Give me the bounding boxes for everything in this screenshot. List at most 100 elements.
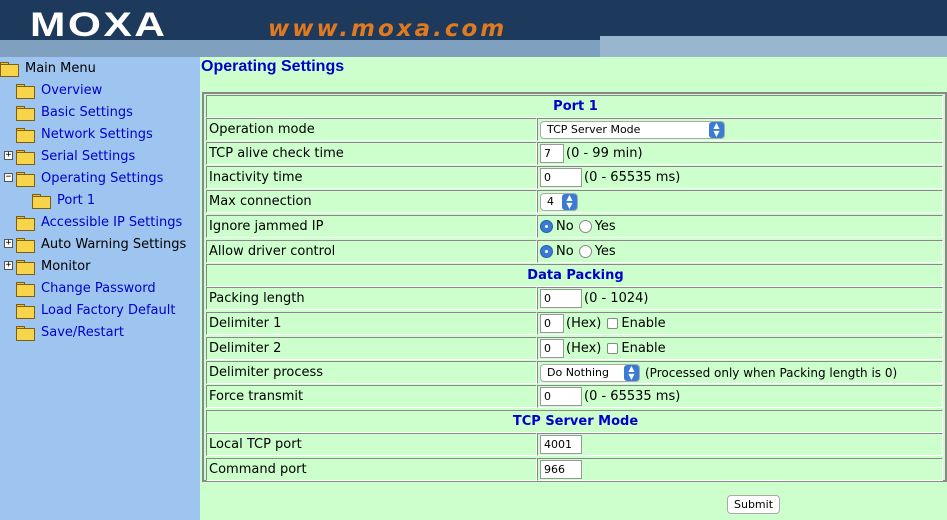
operation-mode-value: TCP Server Mode [547,123,641,136]
submit-button[interactable]: Submit [727,495,780,514]
allow-driver-yes-radio[interactable] [578,245,592,258]
sidebar-item-label: Basic Settings [41,104,133,120]
field-label: TCP alive check time [206,142,537,165]
chevron-updown-icon: ▲ ▼ [709,121,724,138]
sidebar-item[interactable]: Overview [16,79,102,101]
sidebar-item[interactable]: Load Factory Default [16,299,175,321]
section-header-tcp: TCP Server Mode [206,410,943,433]
settings-table: Port 1 Operation mode TCP Server Mode ▲ ▼ … [202,92,947,482]
chevron-updown-icon: ▲ ▼ [624,364,639,381]
force-transmit-hint: (0 - 65535 ms) [584,389,681,404]
folder-icon [16,325,35,341]
field-label: Local TCP port [206,433,537,456]
field-label: Force transmit [206,385,537,408]
inactivity-hint: (0 - 65535 ms) [584,170,681,185]
folder-icon [16,237,35,253]
packing-length-input[interactable]: 0 [540,289,582,308]
ignore-jammed-yes-radio[interactable] [578,220,592,233]
delimiter-process-select[interactable]: Do Nothing ▲ ▼ [540,363,640,382]
enable-label: Enable [621,341,666,356]
delimiter1-input[interactable]: 0 [540,314,564,333]
sidebar-item[interactable]: Network Settings [16,123,153,145]
sidebar-item-label: Serial Settings [41,148,136,164]
sidebar-item[interactable]: Main Menu [0,57,96,79]
sidebar-item[interactable]: Accessible IP Settings [16,211,182,233]
sidebar-item[interactable]: + Serial Settings [4,145,136,167]
command-port-input[interactable]: 966 [540,460,582,479]
expand-icon[interactable]: + [4,151,13,160]
hex-label: (Hex) [566,341,602,356]
delimiter1-enable-checkbox[interactable] [607,318,619,329]
field-value: 966 [537,458,943,481]
field-value: 0 (0 - 65535 ms) [537,166,943,189]
main-content: Operating Settings Port 1 Operation mode… [200,57,947,520]
local-tcp-port-input[interactable]: 4001 [540,435,582,454]
sidebar-item-label: Auto Warning Settings [41,236,187,252]
folder-icon [16,281,35,297]
field-label: Inactivity time [206,166,537,189]
sidebar-item-label: Operating Settings [41,170,164,186]
field-value: TCP Server Mode ▲ ▼ [537,118,943,141]
folder-icon [16,259,35,275]
sidebar-item[interactable]: − Operating Settings [4,167,164,189]
tcp-alive-input[interactable]: 7 [540,144,564,163]
enable-label: Enable [621,316,666,331]
sidebar-item-label: Save/Restart [41,324,125,340]
max-connection-select[interactable]: 4 ▲ ▼ [540,192,578,211]
folder-icon [16,215,35,231]
field-value: No Yes [537,240,943,263]
folder-icon [16,149,35,165]
delimiter-process-hint: (Processed only when Packing length is 0… [645,365,898,380]
sidebar-item[interactable]: Basic Settings [16,101,133,123]
sidebar-tree: Main Menu Overview Basic Settings Network S… [0,57,200,520]
field-value: 4 ▲ ▼ [537,190,943,213]
folder-icon [16,127,35,143]
sidebar-item-label: Main Menu [25,60,96,76]
field-value: 4001 [537,433,943,456]
expand-icon[interactable]: + [4,261,13,270]
field-label: Max connection [206,190,537,213]
header-banner: MOXA www.moxa.com [0,0,947,57]
collapse-icon[interactable]: − [4,173,13,182]
delimiter2-input[interactable]: 0 [540,339,564,358]
tcp-alive-hint: (0 - 99 min) [566,146,643,161]
field-value: 0 (0 - 65535 ms) [537,385,943,408]
sidebar-item[interactable]: Change Password [16,277,156,299]
field-value: Do Nothing ▲ ▼ (Processed only when Packing… [537,361,943,384]
sidebar-item[interactable]: + Auto Warning Settings [4,233,187,255]
sidebar-item-label: Port 1 [57,192,96,208]
ignore-jammed-no-radio[interactable] [540,220,553,233]
folder-icon [32,193,51,209]
radio-label: Yes [594,219,616,234]
folder-icon [16,303,35,319]
folder-icon [16,83,35,99]
hex-label: (Hex) [566,316,602,331]
site-url: www.moxa.com [268,16,508,42]
chevron-updown-icon: ▲ ▼ [562,193,577,210]
radio-label: Yes [594,244,616,259]
field-value: No Yes [537,215,943,238]
header-band-accent [600,36,947,57]
field-label: Delimiter 1 [206,312,537,335]
folder-icon [16,171,35,187]
radio-label: No [556,219,574,234]
sidebar-item-label: Accessible IP Settings [41,214,183,230]
field-value: 0 (0 - 1024) [537,287,943,310]
field-value: 0 (Hex) Enable [537,337,943,360]
field-label: Allow driver control [206,240,537,263]
field-label: Operation mode [206,118,537,141]
inactivity-input[interactable]: 0 [540,168,582,187]
expand-icon[interactable]: + [4,239,13,248]
allow-driver-no-radio[interactable] [540,245,553,258]
sidebar-item[interactable]: Save/Restart [16,321,124,343]
sidebar-item[interactable]: Port 1 [32,189,95,211]
sidebar-item-label: Network Settings [41,126,153,142]
sidebar-item[interactable]: + Monitor [4,255,90,277]
radio-label: No [556,244,574,259]
operation-mode-select[interactable]: TCP Server Mode ▲ ▼ [540,120,725,139]
field-label: Ignore jammed IP [206,215,537,238]
delimiter2-enable-checkbox[interactable] [607,343,619,354]
page-title: Operating Settings [201,58,345,75]
force-transmit-input[interactable]: 0 [540,387,582,406]
sidebar-item-label: Overview [41,82,103,98]
